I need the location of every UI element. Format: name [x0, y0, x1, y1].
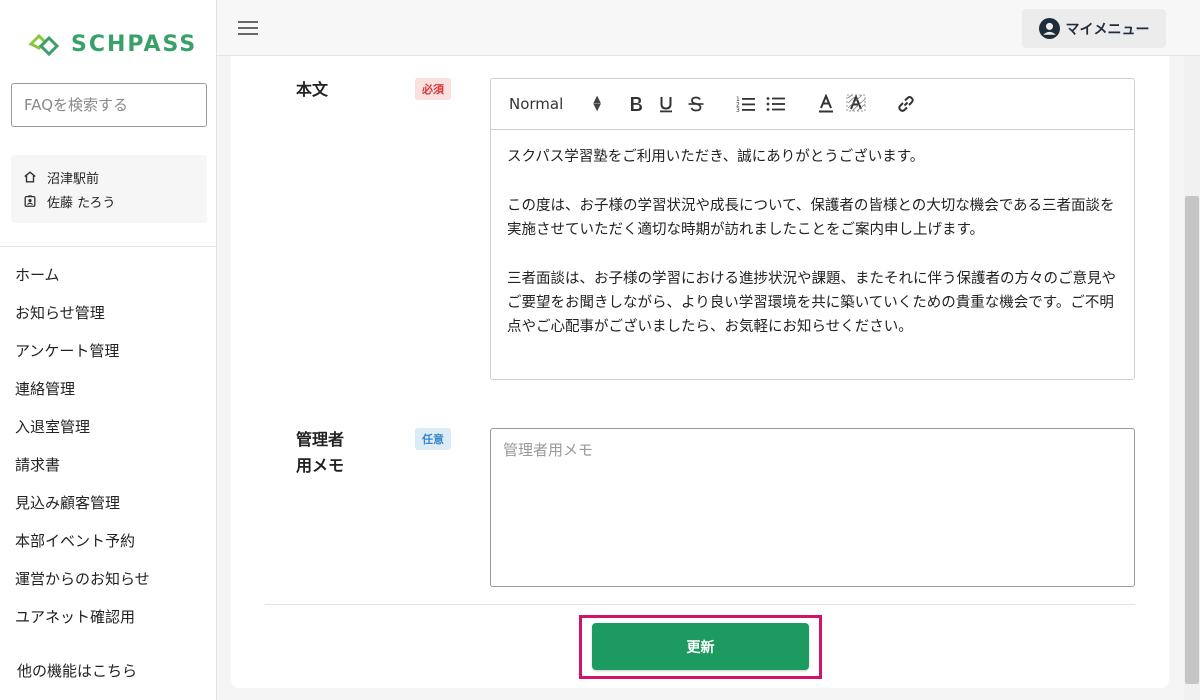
text-color-icon: [819, 94, 833, 113]
bullet-list-icon: [766, 97, 785, 111]
sidebar-divider: [0, 246, 217, 247]
nav-item-prospect-management[interactable]: 見込み顧客管理: [0, 484, 217, 522]
schpass-logo-icon: [28, 33, 60, 57]
background-color-button[interactable]: [841, 89, 871, 119]
hamburger-menu-icon[interactable]: [237, 17, 259, 39]
admin-memo-textarea[interactable]: [490, 428, 1135, 587]
faq-search-input[interactable]: [11, 83, 207, 127]
school-row: 沼津駅前: [23, 165, 195, 189]
top-bar: マイメニュー: [217, 0, 1200, 56]
sidebar: SCHPASS 沼津駅前 佐藤 たろう ホーム お知らせ管理 アンケート管理 連…: [0, 0, 217, 700]
school-name: 沼津駅前: [47, 171, 100, 187]
editor-paragraph: この度は、お子様の学習状況や成長について、保護者の皆様との大切な機会である三者面…: [507, 198, 1115, 238]
memo-label-line2: 用メモ: [296, 456, 345, 475]
memo-label-line1: 管理者: [296, 430, 345, 449]
user-circle-icon: [1038, 18, 1060, 39]
nav-item-yournet-check[interactable]: ユアネット確認用: [0, 598, 217, 636]
color-group: [811, 89, 871, 119]
nav-item-contact-management[interactable]: 連絡管理: [0, 370, 217, 408]
nav-item-attendance-management[interactable]: 入退室管理: [0, 408, 217, 446]
home-icon: [24, 171, 36, 183]
logo[interactable]: SCHPASS: [27, 28, 197, 60]
svg-text:3: 3: [736, 107, 740, 113]
nav-item-home[interactable]: ホーム: [0, 256, 217, 294]
editor-paragraph: 三者面談は、お子様の学習における進捗状況や課題、またそれに伴う保護者の方々のご意…: [507, 271, 1116, 335]
my-menu-label: マイメニュー: [1065, 21, 1150, 38]
bold-button[interactable]: [621, 89, 651, 119]
my-menu-button[interactable]: マイメニュー: [1022, 9, 1166, 48]
editor-toolbar: Normal ▲ ▼ 1 2 3: [491, 79, 1134, 130]
nav-item-survey-management[interactable]: アンケート管理: [0, 332, 217, 370]
rich-text-editor: Normal ▲ ▼ 1 2 3 スクパス学習塾をご利用いただき、誠にありがとう…: [490, 78, 1135, 380]
nav-item-hq-event-booking[interactable]: 本部イベント予約: [0, 522, 217, 560]
sidebar-nav: ホーム お知らせ管理 アンケート管理 連絡管理 入退室管理 請求書 見込み顧客管…: [0, 256, 217, 636]
ordered-list-button[interactable]: 1 2 3: [731, 89, 761, 119]
nav-item-notice-management[interactable]: お知らせ管理: [0, 294, 217, 332]
user-info-box: 沼津駅前 佐藤 たろう: [11, 155, 207, 223]
ordered-list-icon: 1 2 3: [736, 96, 755, 113]
id-badge-icon: [24, 195, 36, 207]
bold-icon: [631, 97, 642, 111]
select-arrows-icon: ▲ ▼: [593, 94, 601, 113]
format-select[interactable]: Normal ▲ ▼: [509, 94, 601, 114]
form-footer-divider: [265, 604, 1135, 605]
more-features-link[interactable]: 他の機能はこちら: [17, 660, 137, 681]
user-row: 佐藤 たろう: [23, 189, 195, 213]
logo-text: SCHPASS: [71, 31, 198, 57]
format-select-value: Normal: [509, 95, 564, 113]
link-button[interactable]: [891, 89, 921, 119]
underline-icon: [660, 97, 672, 113]
bullet-list-button[interactable]: [761, 89, 791, 119]
scrollbar-thumb[interactable]: [1185, 196, 1199, 684]
editor-paragraph: スクパス学習塾をご利用いただき、誠にありがとうございます。: [507, 149, 925, 165]
underline-button[interactable]: [651, 89, 681, 119]
background-color-icon: [846, 94, 866, 112]
strikethrough-button[interactable]: [681, 89, 711, 119]
text-color-button[interactable]: [811, 89, 841, 119]
update-button[interactable]: 更新: [592, 623, 809, 670]
user-name: 佐藤 たろう: [47, 195, 116, 211]
nav-item-operations-notice[interactable]: 運営からのお知らせ: [0, 560, 217, 598]
nav-item-invoice[interactable]: 請求書: [0, 446, 217, 484]
optional-badge: 任意: [415, 428, 451, 450]
memo-label: 管理者 用メモ: [296, 427, 344, 479]
text-style-group: [621, 89, 711, 119]
body-label: 本文: [296, 80, 329, 99]
required-badge: 必須: [415, 78, 451, 100]
link-icon: [898, 96, 914, 112]
editor-content[interactable]: スクパス学習塾をご利用いただき、誠にありがとうございます。 この度は、お子様の学…: [491, 130, 1134, 339]
list-group: 1 2 3: [731, 89, 791, 119]
strikethrough-icon: [688, 96, 704, 112]
link-group: [891, 89, 921, 119]
